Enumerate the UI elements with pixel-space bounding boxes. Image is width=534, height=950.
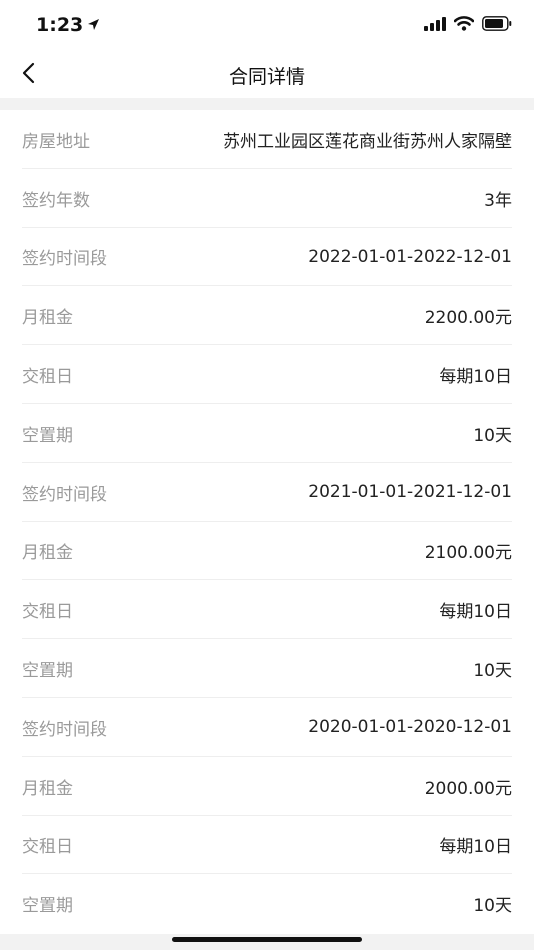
home-indicator[interactable] [172,937,362,942]
location-arrow-icon [87,14,100,36]
detail-label: 月租金 [22,778,73,799]
detail-value: 10天 [473,661,512,682]
page-title: 合同详情 [228,66,305,88]
navigation-bar: 合同详情 [0,50,534,98]
detail-value: 2022-01-01-2022-12-01 [308,246,512,267]
detail-label: 签约时间段 [22,249,107,270]
detail-value: 每期10日 [439,837,512,858]
detail-value: 2200.00元 [424,308,512,329]
detail-row-period: 签约时间段 2020-01-01-2020-12-01 [0,698,534,757]
detail-value: 每期10日 [439,602,512,623]
detail-row-address: 房屋地址 苏州工业园区莲花商业街苏州人家隔壁 [0,110,534,169]
detail-value: 3年 [484,190,512,211]
detail-label: 空置期 [22,661,73,682]
detail-value: 2100.00元 [424,543,512,564]
cellular-signal-icon [424,16,446,35]
wifi-icon [453,16,475,35]
detail-label: 月租金 [22,308,73,329]
detail-value: 2020-01-01-2020-12-01 [308,717,512,738]
detail-label: 签约时间段 [22,484,107,505]
battery-icon [482,16,512,35]
detail-label: 签约年数 [22,190,90,211]
status-time-group: 1:23 [36,14,100,36]
detail-row-period: 签约时间段 2022-01-01-2022-12-01 [0,228,534,287]
detail-value: 苏州工业园区莲花商业街苏州人家隔壁 [223,131,512,152]
detail-label: 签约时间段 [22,719,107,740]
detail-value: 10天 [473,425,512,446]
detail-value: 10天 [473,896,512,917]
status-indicators [424,16,512,35]
detail-row-monthly-rent: 月租金 2100.00元 [0,522,534,581]
detail-row-vacancy: 空置期 10天 [0,639,534,698]
detail-row-rent-day: 交租日 每期10日 [0,816,534,875]
detail-label: 房屋地址 [22,131,90,152]
detail-row-contract-years: 签约年数 3年 [0,169,534,228]
detail-row-vacancy: 空置期 10天 [0,874,534,933]
detail-label: 交租日 [22,367,73,388]
detail-row-rent-day: 交租日 每期10日 [0,580,534,639]
detail-label: 交租日 [22,602,73,623]
detail-value: 每期10日 [439,367,512,388]
detail-row-vacancy: 空置期 10天 [0,404,534,463]
status-bar: 1:23 [0,0,534,50]
status-time: 1:23 [36,14,84,36]
contract-detail-list: 房屋地址 苏州工业园区莲花商业街苏州人家隔壁 签约年数 3年 签约时间段 202… [0,110,534,934]
detail-label: 月租金 [22,543,73,564]
detail-label: 空置期 [22,896,73,917]
detail-value: 2000.00元 [424,778,512,799]
detail-row-monthly-rent: 月租金 2000.00元 [0,757,534,816]
detail-row-period: 签约时间段 2021-01-01-2021-12-01 [0,463,534,522]
detail-row-monthly-rent: 月租金 2200.00元 [0,286,534,345]
detail-row-rent-day: 交租日 每期10日 [0,345,534,404]
detail-value: 2021-01-01-2021-12-01 [308,482,512,503]
detail-label: 空置期 [22,425,73,446]
section-divider [0,98,534,110]
detail-label: 交租日 [22,837,73,858]
